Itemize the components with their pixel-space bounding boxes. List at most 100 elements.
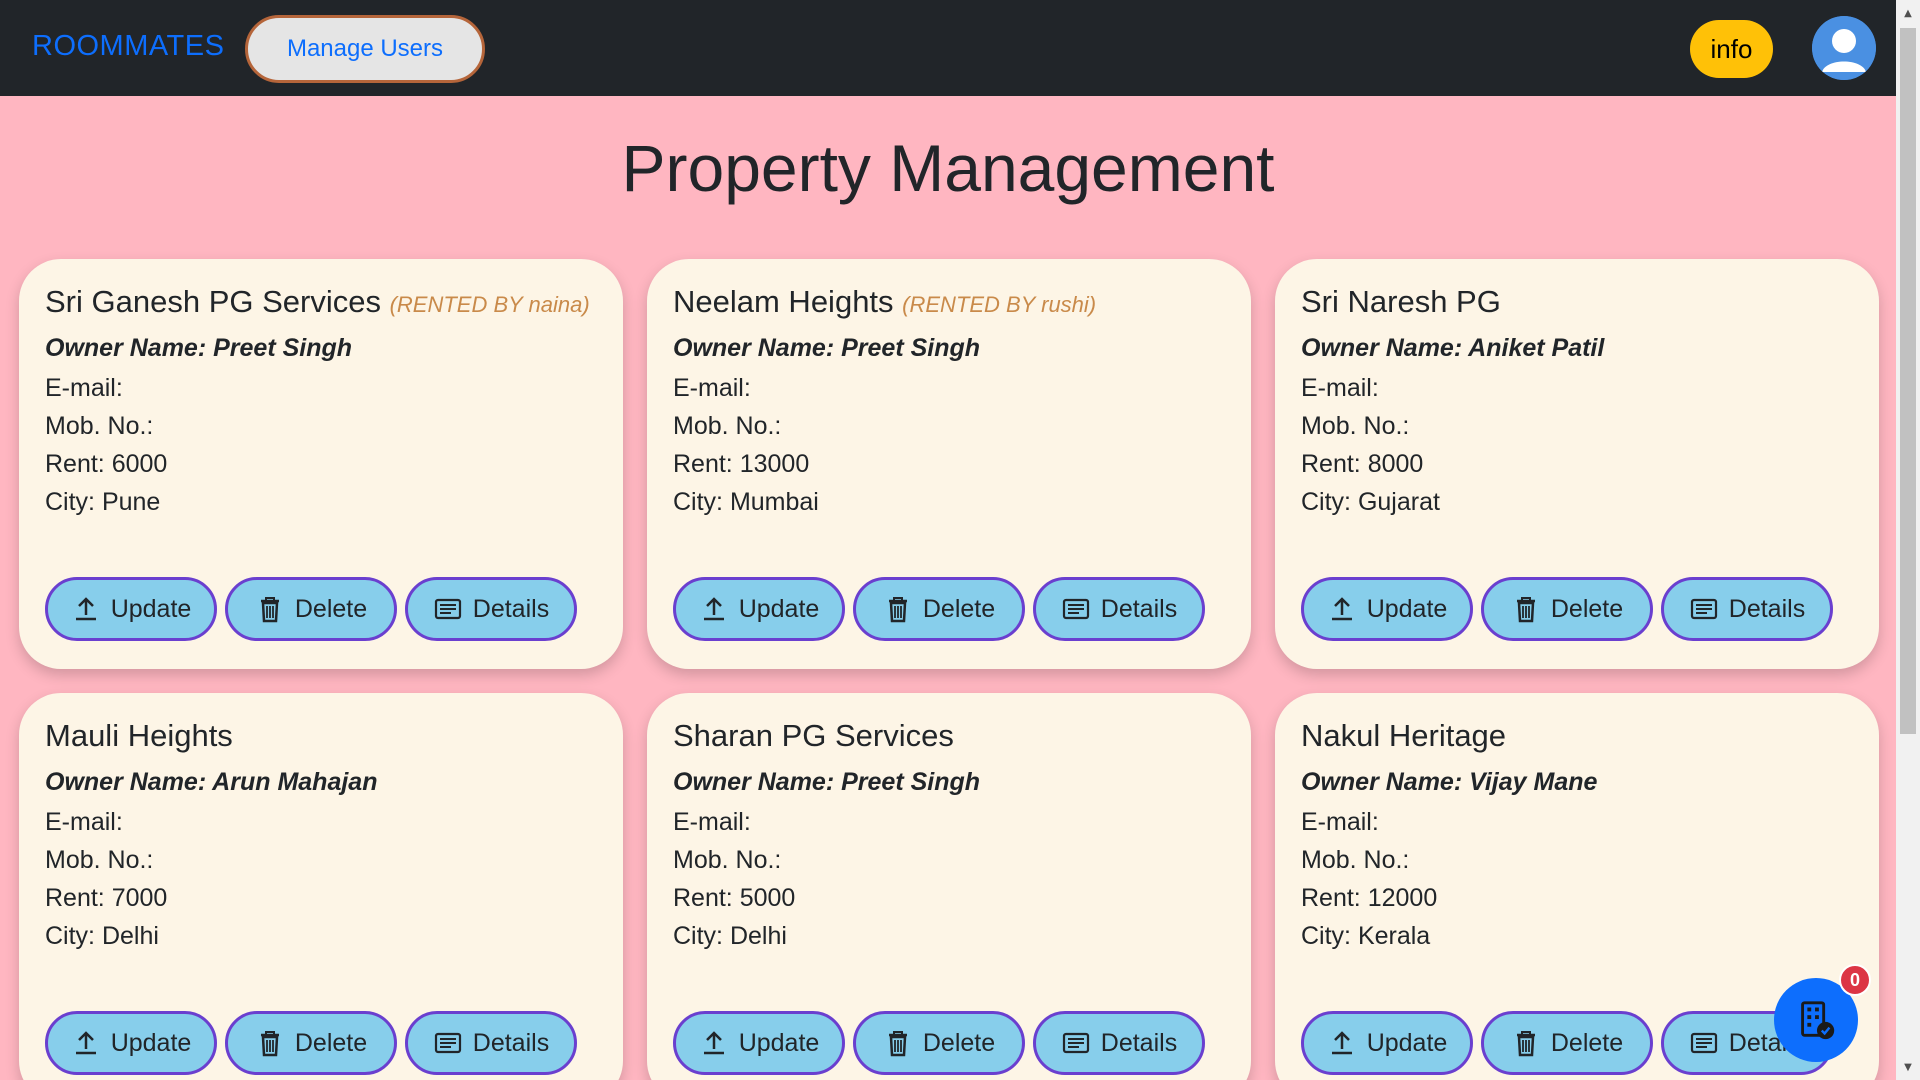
property-name-text: Sri Ganesh PG Services bbox=[45, 284, 381, 319]
card-actions: Update Delete Details bbox=[45, 577, 577, 641]
rent-field: Rent: 8000 bbox=[1301, 450, 1424, 479]
details-list-icon bbox=[1690, 1032, 1717, 1054]
delete-label: Delete bbox=[922, 594, 996, 623]
delete-button[interactable]: Delete bbox=[853, 577, 1025, 641]
card-actions: Update Delete Details bbox=[673, 577, 1205, 641]
delete-button[interactable]: Delete bbox=[1481, 1011, 1653, 1075]
trash-icon bbox=[260, 597, 279, 623]
delete-button[interactable]: Delete bbox=[225, 1011, 397, 1075]
update-button[interactable]: Update bbox=[673, 577, 845, 641]
manage-users-button[interactable]: Manage Users bbox=[245, 15, 485, 83]
update-button[interactable]: Update bbox=[45, 577, 217, 641]
rent-field: Rent: 7000 bbox=[45, 884, 168, 913]
property-card: Mauli Heights Owner Name: Arun Mahajan E… bbox=[19, 693, 623, 1080]
details-list-icon bbox=[1062, 598, 1089, 620]
update-button[interactable]: Update bbox=[45, 1011, 217, 1075]
trash-icon bbox=[1516, 597, 1535, 623]
details-list-icon bbox=[434, 1032, 461, 1054]
details-button[interactable]: Details bbox=[405, 1011, 577, 1075]
mobile-field: Mob. No.: bbox=[45, 412, 154, 441]
property-name: Neelam Heights (RENTED BY rushi) bbox=[673, 283, 1225, 320]
details-button[interactable]: Details bbox=[1661, 577, 1833, 641]
upload-icon bbox=[1331, 597, 1352, 621]
rent-field: Rent: 6000 bbox=[45, 450, 168, 479]
notification-badge: 0 bbox=[1839, 964, 1871, 996]
details-label: Details bbox=[472, 594, 550, 623]
property-name: Nakul Heritage bbox=[1301, 717, 1853, 754]
city-field: City: Kerala bbox=[1301, 922, 1431, 951]
trash-icon bbox=[1516, 1031, 1535, 1057]
rent-field: Rent: 12000 bbox=[1301, 884, 1438, 913]
property-card: Sharan PG Services Owner Name: Preet Sin… bbox=[647, 693, 1251, 1080]
property-card: Neelam Heights (RENTED BY rushi) Owner N… bbox=[647, 259, 1251, 669]
brand-logo[interactable]: ROOMMATES bbox=[32, 30, 224, 63]
email-field: E-mail: bbox=[1301, 374, 1379, 403]
delete-button[interactable]: Delete bbox=[853, 1011, 1025, 1075]
update-button[interactable]: Update bbox=[673, 1011, 845, 1075]
owner-name: Owner Name: Arun Mahajan bbox=[45, 768, 378, 797]
email-field: E-mail: bbox=[673, 374, 751, 403]
scroll-down-icon[interactable]: ▼ bbox=[1900, 1060, 1916, 1076]
update-label: Update bbox=[1366, 594, 1448, 623]
delete-button[interactable]: Delete bbox=[1481, 577, 1653, 641]
update-label: Update bbox=[738, 1028, 820, 1057]
delete-label: Delete bbox=[922, 1028, 996, 1057]
city-field: City: Delhi bbox=[45, 922, 159, 951]
details-label: Details bbox=[1100, 1028, 1178, 1057]
upload-icon bbox=[703, 1031, 724, 1055]
delete-label: Delete bbox=[1550, 594, 1624, 623]
scrollbar-thumb[interactable] bbox=[1900, 28, 1916, 734]
city-field: City: Mumbai bbox=[673, 488, 819, 517]
details-list-icon bbox=[1690, 598, 1717, 620]
owner-name: Owner Name: Preet Singh bbox=[45, 334, 353, 363]
mobile-field: Mob. No.: bbox=[673, 846, 782, 875]
email-field: E-mail: bbox=[673, 808, 751, 837]
property-card: Sri Ganesh PG Services (RENTED BY naina)… bbox=[19, 259, 623, 669]
card-actions: Update Delete Details bbox=[673, 1011, 1205, 1075]
details-button[interactable]: Details bbox=[405, 577, 577, 641]
city-field: City: Gujarat bbox=[1301, 488, 1440, 517]
property-name-text: Mauli Heights bbox=[45, 718, 233, 753]
upload-icon bbox=[1331, 1031, 1352, 1055]
details-list-icon bbox=[434, 598, 461, 620]
delete-button[interactable]: Delete bbox=[225, 577, 397, 641]
rented-by-label: (RENTED BY naina) bbox=[389, 292, 590, 317]
update-label: Update bbox=[1366, 1028, 1448, 1057]
mobile-field: Mob. No.: bbox=[1301, 412, 1410, 441]
mobile-field: Mob. No.: bbox=[45, 846, 154, 875]
city-field: City: Pune bbox=[45, 488, 161, 517]
details-list-icon bbox=[1062, 1032, 1089, 1054]
rented-by-label: (RENTED BY rushi) bbox=[902, 292, 1097, 317]
delete-label: Delete bbox=[294, 594, 368, 623]
update-button[interactable]: Update bbox=[1301, 1011, 1473, 1075]
update-button[interactable]: Update bbox=[1301, 577, 1473, 641]
scroll-up-icon[interactable]: ▲ bbox=[1900, 6, 1916, 22]
mobile-field: Mob. No.: bbox=[1301, 846, 1410, 875]
property-name: Sri Ganesh PG Services (RENTED BY naina) bbox=[45, 283, 597, 320]
property-name: Sri Naresh PG bbox=[1301, 283, 1853, 320]
upload-icon bbox=[75, 1031, 96, 1055]
email-field: E-mail: bbox=[45, 374, 123, 403]
property-name-text: Nakul Heritage bbox=[1301, 718, 1507, 753]
rent-field: Rent: 13000 bbox=[673, 450, 810, 479]
email-field: E-mail: bbox=[1301, 808, 1379, 837]
card-actions: Update Delete Details bbox=[1301, 1011, 1833, 1075]
user-avatar[interactable] bbox=[1812, 16, 1876, 80]
update-label: Update bbox=[738, 594, 820, 623]
delete-label: Delete bbox=[294, 1028, 368, 1057]
update-label: Update bbox=[110, 1028, 192, 1057]
city-field: City: Delhi bbox=[673, 922, 787, 951]
property-name-text: Sharan PG Services bbox=[673, 718, 954, 753]
trash-icon bbox=[888, 597, 907, 623]
email-field: E-mail: bbox=[45, 808, 123, 837]
user-avatar-icon bbox=[1812, 16, 1876, 80]
details-label: Details bbox=[1100, 594, 1178, 623]
details-button[interactable]: Details bbox=[1033, 577, 1205, 641]
info-button[interactable]: info bbox=[1690, 20, 1773, 78]
owner-name: Owner Name: Aniket Patil bbox=[1301, 334, 1605, 363]
property-name: Mauli Heights bbox=[45, 717, 597, 754]
top-navbar: ROOMMATES Manage Users info bbox=[0, 0, 1896, 96]
details-button[interactable]: Details bbox=[1033, 1011, 1205, 1075]
upload-icon bbox=[703, 597, 724, 621]
mobile-field: Mob. No.: bbox=[673, 412, 782, 441]
